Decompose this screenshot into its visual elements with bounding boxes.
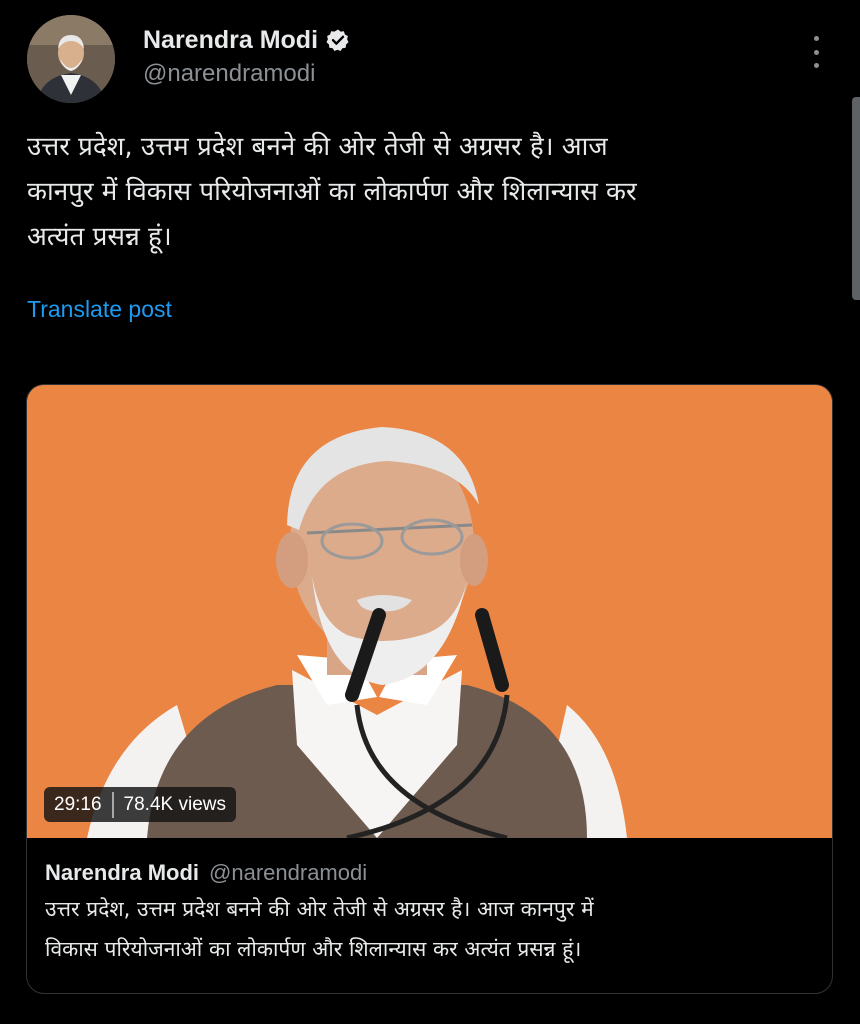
media-card[interactable]: 29:16 78.4K views Narendra Modi @narendr… bbox=[26, 384, 833, 994]
video-player[interactable]: 29:16 78.4K views bbox=[27, 385, 832, 838]
translate-post-link[interactable]: Translate post bbox=[27, 294, 172, 324]
post-text: उत्तर प्रदेश, उत्तम प्रदेश बनने की ओर ते… bbox=[27, 132, 637, 252]
quoted-author-name: Narendra Modi bbox=[45, 860, 200, 885]
video-views: 78.4K views bbox=[123, 793, 226, 815]
quoted-post-header: Narendra Modi @narendramodi bbox=[45, 859, 816, 887]
video-duration: 29:16 bbox=[54, 793, 102, 815]
verified-badge-icon bbox=[326, 29, 349, 51]
quoted-author-handle: @narendramodi bbox=[209, 860, 368, 885]
author-handle[interactable]: @narendramodi bbox=[143, 59, 315, 89]
author-display-name-row[interactable]: Narendra Modi bbox=[143, 24, 350, 56]
avatar[interactable] bbox=[27, 15, 115, 103]
more-options-icon[interactable] bbox=[802, 34, 830, 70]
quoted-post-text: उत्तर प्रदेश, उत्तम प्रदेश बनने की ओर ते… bbox=[45, 897, 594, 961]
scrollbar-thumb[interactable] bbox=[852, 97, 860, 300]
video-thumbnail bbox=[27, 385, 832, 838]
video-meta-badge: 29:16 78.4K views bbox=[44, 787, 236, 822]
quoted-post[interactable]: Narendra Modi @narendramodi उत्तर प्रदेश… bbox=[27, 838, 832, 993]
video-meta-divider bbox=[111, 791, 114, 818]
avatar-image bbox=[27, 15, 115, 103]
author-display-name[interactable]: Narendra Modi bbox=[143, 24, 318, 56]
